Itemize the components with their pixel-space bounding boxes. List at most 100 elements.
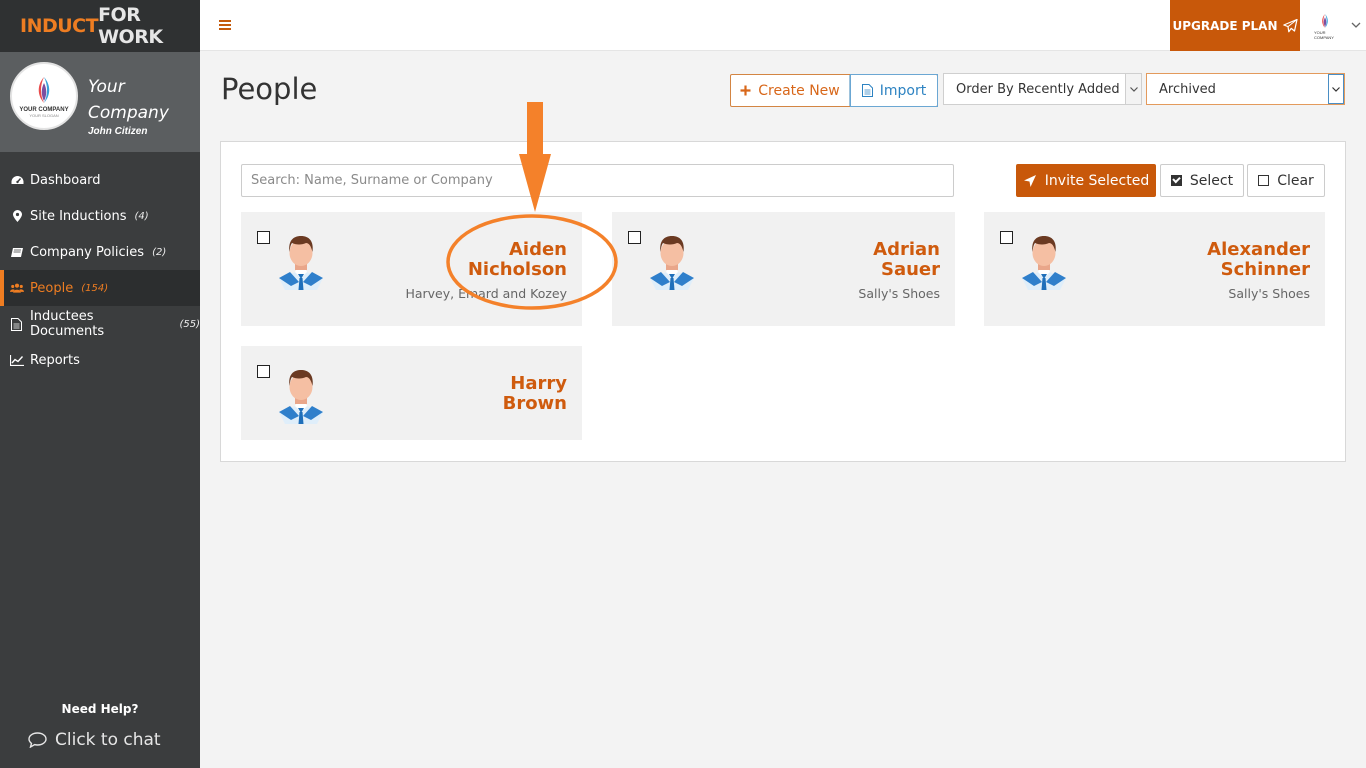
company-name-line1: Your — [88, 77, 125, 97]
dashboard-icon — [10, 175, 24, 186]
brand-logo[interactable]: INDUCT FOR WORK — [0, 0, 200, 52]
file-icon — [861, 84, 873, 97]
upgrade-plan-button[interactable]: UPGRADE PLAN — [1170, 0, 1300, 51]
person-name[interactable]: Harry Brown — [503, 374, 567, 414]
account-avatar[interactable]: YOUR COMPANY — [1314, 12, 1336, 40]
company-logo-slogan: YOUR SLOGAN — [29, 112, 59, 118]
person-company: Sally's Shoes — [858, 286, 940, 301]
company-panel: YOUR COMPANY YOUR SLOGAN Your Company Jo… — [0, 52, 200, 152]
sidebar-item-site-inductions[interactable]: Site Inductions (4) — [0, 198, 200, 234]
select-all-button[interactable]: Select — [1160, 164, 1244, 197]
chat-bubble-icon — [28, 732, 47, 748]
sidebar-item-label: Site Inductions — [30, 208, 127, 224]
person-avatar-icon — [650, 236, 694, 290]
need-help-label: Need Help? — [61, 702, 139, 716]
sidebar-item-label: Reports — [30, 352, 80, 368]
sidebar-item-dashboard[interactable]: Dashboard — [0, 162, 200, 198]
person-last-name: Nicholson — [467, 259, 567, 280]
plus-icon — [740, 81, 751, 100]
order-by-value: Order By Recently Added — [956, 81, 1120, 97]
person-avatar-icon — [279, 370, 323, 424]
sidebar: INDUCT FOR WORK YOUR COMPANY YOUR SLOGAN … — [0, 0, 200, 768]
upgrade-plan-label: UPGRADE PLAN — [1172, 18, 1278, 33]
person-name[interactable]: Alexander Schinner — [1207, 240, 1310, 280]
import-label: Import — [879, 82, 927, 99]
paper-plane-icon — [1282, 18, 1298, 32]
sidebar-item-company-policies[interactable]: Company Policies (2) — [0, 234, 200, 270]
import-button[interactable]: Import — [850, 74, 938, 107]
company-logo-icon — [38, 76, 50, 103]
person-checkbox[interactable] — [257, 231, 270, 244]
menu-toggle-icon[interactable] — [219, 20, 231, 32]
person-company: Sally's Shoes — [1228, 286, 1310, 301]
person-checkbox[interactable] — [1000, 231, 1013, 244]
create-new-label: Create New — [758, 82, 840, 99]
company-name-line2: Company — [88, 103, 169, 123]
users-icon — [10, 282, 24, 294]
chat-button[interactable]: Click to chat — [28, 730, 161, 750]
sidebar-item-inductees-documents[interactable]: Inductees Documents (55) — [0, 306, 200, 342]
company-name: Your Company — [88, 74, 169, 126]
person-avatar-icon — [1022, 236, 1066, 290]
person-last-name: Schinner — [1220, 259, 1310, 280]
search-field[interactable] — [241, 164, 954, 197]
user-name: John Citizen — [88, 126, 148, 137]
invite-selected-label: Invite Selected — [1044, 172, 1150, 189]
sidebar-item-label: Company Policies — [30, 244, 145, 260]
company-logo: YOUR COMPANY YOUR SLOGAN — [10, 62, 78, 130]
order-by-select[interactable]: Order By Recently Added — [943, 73, 1142, 105]
sidebar-item-label: People — [30, 280, 74, 296]
chat-label: Click to chat — [55, 730, 161, 750]
brand-part-1: INDUCT — [20, 15, 99, 37]
sidebar-item-count: (154) — [81, 282, 109, 294]
person-last-name: Sauer — [880, 259, 940, 280]
status-filter-value: Archived — [1159, 81, 1216, 97]
status-filter-select[interactable]: Archived — [1146, 73, 1345, 105]
person-company: Harvey, Emard and Kozey — [405, 286, 567, 301]
sidebar-item-count: (4) — [134, 210, 149, 222]
sidebar-item-people[interactable]: People (154) — [0, 270, 200, 306]
line-chart-icon — [10, 354, 24, 366]
sidebar-item-count: (55) — [179, 318, 200, 330]
person-checkbox[interactable] — [628, 231, 641, 244]
location-arrow-icon — [1023, 174, 1036, 187]
page-title: People — [221, 72, 318, 106]
person-card[interactable]: Adrian Sauer Sally's Shoes — [612, 212, 955, 326]
chevron-down-icon[interactable] — [1125, 74, 1141, 104]
sidebar-item-label: Inductees Documents — [29, 309, 105, 339]
person-first-name: Alexander — [1207, 239, 1310, 260]
person-card[interactable]: Harry Brown — [241, 346, 582, 440]
person-first-name: Adrian — [873, 239, 940, 260]
person-checkbox[interactable] — [257, 365, 270, 378]
chevron-down-icon[interactable] — [1328, 74, 1344, 104]
invite-selected-button[interactable]: Invite Selected — [1016, 164, 1156, 197]
map-marker-icon — [10, 210, 24, 222]
person-avatar-icon — [279, 236, 323, 290]
brand-part-2: FOR WORK — [98, 4, 163, 48]
empty-box-icon — [1258, 175, 1270, 186]
top-bar: UPGRADE PLAN YOUR COMPANY — [200, 0, 1366, 51]
person-card[interactable]: Aiden Nicholson Harvey, Emard and Kozey — [241, 212, 582, 326]
search-input[interactable] — [251, 173, 953, 188]
sidebar-item-label: Dashboard — [30, 172, 101, 188]
account-logo-text: YOUR COMPANY — [1314, 30, 1334, 40]
person-first-name: Aiden — [508, 239, 567, 260]
company-logo-icon — [1322, 14, 1328, 28]
person-card[interactable]: Alexander Schinner Sally's Shoes — [984, 212, 1325, 326]
person-first-name: Harry — [510, 373, 567, 394]
person-last-name: Brown — [502, 393, 567, 414]
chevron-down-icon[interactable] — [1351, 20, 1361, 31]
people-panel: Invite Selected Select Clear Aiden Nicho… — [220, 141, 1346, 462]
action-button-group: Create New Import — [730, 74, 938, 107]
sidebar-item-reports[interactable]: Reports — [0, 342, 200, 378]
select-label: Select — [1189, 172, 1234, 189]
person-name[interactable]: Adrian Sauer — [873, 240, 940, 280]
person-name[interactable]: Aiden Nicholson — [468, 240, 567, 280]
book-icon — [10, 247, 24, 258]
document-icon — [10, 317, 24, 331]
sidebar-nav: Dashboard Site Inductions (4) Company Po… — [0, 162, 200, 378]
sidebar-item-count: (2) — [152, 246, 167, 258]
checked-box-icon — [1170, 175, 1182, 186]
clear-selection-button[interactable]: Clear — [1247, 164, 1325, 197]
create-new-button[interactable]: Create New — [731, 75, 850, 106]
